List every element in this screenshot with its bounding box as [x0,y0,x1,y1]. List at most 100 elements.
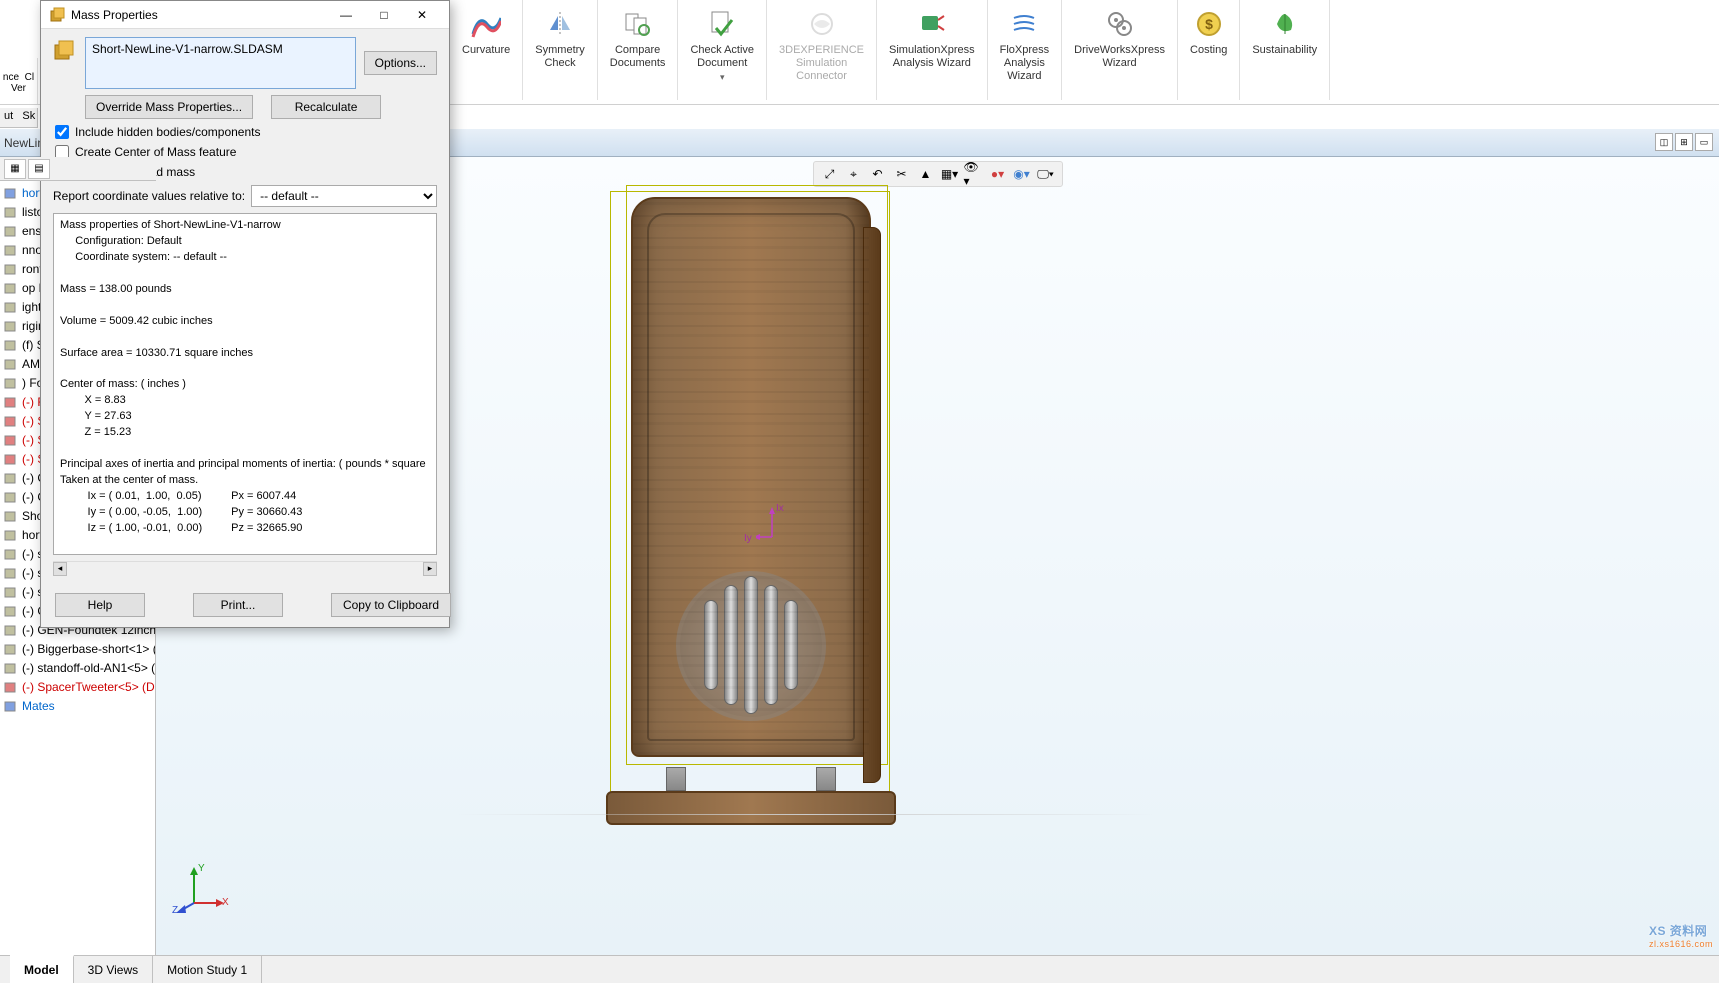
axis-x-label: X [222,897,229,908]
include-hidden-checkbox[interactable]: Include hidden bodies/components [53,125,437,139]
coord-label: Report coordinate values relative to: [53,189,245,203]
tab-3d-views[interactable]: 3D Views [74,956,153,983]
tree-node-icon [4,471,18,485]
symmetry-icon [544,8,576,40]
tree-item-label: Mates [22,699,55,713]
tab-fragment-left[interactable]: ut Sk [0,108,38,128]
print-button[interactable]: Print... [193,593,283,617]
tree-node-icon [4,186,18,200]
bottom-tabs: Model3D ViewsMotion Study 1 [0,955,1719,983]
checkbox-label: Include hidden bodies/components [75,125,260,139]
options-button[interactable]: Options... [364,51,437,75]
copy-clipboard-button[interactable]: Copy to Clipboard [331,593,451,617]
results-hscroll[interactable]: ◂ ▸ [53,561,437,575]
compare-icon [622,8,654,40]
ribbon-floxpress[interactable]: FloXpress Analysis Wizard [988,0,1063,100]
tree-item-label: (-) standoff-old-AN1<5> (Defa [22,661,155,675]
ribbon-label: DriveWorksXpress Wizard [1074,44,1165,70]
ribbon-driveworks[interactable]: DriveWorksXpress Wizard [1062,0,1178,100]
tree-node-icon [4,357,18,371]
cabinet-side-panel [863,227,881,783]
tree-node-icon [4,262,18,276]
ribbon-label: Compare Documents [610,44,666,70]
watermark: XS 资料网 zl.xs1616.com [1649,922,1713,949]
dropdown-arrow-icon[interactable]: ▾ [720,72,725,83]
view-settings-icon[interactable]: 🖵▾ [1036,164,1056,184]
ribbon-compare[interactable]: Compare Documents [598,0,679,100]
coord-system-select[interactable]: -- default -- [251,185,437,207]
ribbon-simxpress[interactable]: SimulationXpress Analysis Wizard [877,0,988,100]
ribbon-costing[interactable]: $ Costing [1178,0,1240,100]
window-split-icon[interactable]: ▭ [1695,133,1713,151]
speaker-model[interactable] [616,177,926,819]
dialog-title: Mass Properties [71,8,327,22]
tree-item[interactable]: Mates [0,696,155,715]
tree-node-icon [4,661,18,675]
ribbon-label: SimulationXpress Analysis Wizard [889,44,975,70]
tree-node-icon [4,680,18,694]
scroll-right-icon[interactable]: ▸ [423,562,437,576]
tree-node-icon [4,699,18,713]
tree-node-icon [4,205,18,219]
scroll-left-icon[interactable]: ◂ [53,562,67,576]
maximize-button[interactable]: □ [365,1,403,29]
axis-label: Iy [744,533,752,544]
tree-node-icon [4,452,18,466]
tab-motion-study-1[interactable]: Motion Study 1 [153,956,262,983]
costing-icon: $ [1193,8,1225,40]
recalculate-button[interactable]: Recalculate [271,95,381,119]
filename-input[interactable]: Short-NewLine-V1-narrow.SLDASM [85,37,356,89]
window-split-icon[interactable]: ◫ [1655,133,1673,151]
minimize-button[interactable]: — [327,1,365,29]
help-button[interactable]: Help [55,593,145,617]
axis-label: Ix [776,503,784,514]
tree-node-icon [4,642,18,656]
check-doc-icon [706,8,738,40]
tree-item[interactable]: (-) SpacerTweeter<5> (Default< [0,677,155,696]
display-style-icon[interactable]: ▦▾ [940,164,960,184]
tree-node-icon [4,623,18,637]
floxpress-icon [1008,8,1040,40]
ribbon-check-active[interactable]: Check Active Document ▾ [678,0,767,100]
speaker-grille [681,575,821,715]
hide-show-icon[interactable]: 👁▾ [964,164,984,184]
mass-properties-dialog[interactable]: Mass Properties — □ ✕ Short-NewLine-V1-n… [40,0,450,628]
override-button[interactable]: Override Mass Properties... [85,95,253,119]
mass-props-large-icon [53,37,77,66]
origin-csys: Ix Iy [756,507,786,537]
view-triad[interactable]: Y X Z [176,865,226,915]
tree-node-icon [4,243,18,257]
tree-node-icon [4,528,18,542]
tree-item[interactable]: (-) Biggerbase-short<1> (Defau [0,639,155,658]
tree-tab-icon[interactable]: ▤ [28,159,50,179]
tree-item[interactable]: (-) standoff-old-AN1<5> (Defa [0,658,155,677]
tab-model[interactable]: Model [10,955,74,983]
close-button[interactable]: ✕ [403,1,441,29]
ribbon-label: 3DEXPERIENCE Simulation Connector [779,44,864,84]
axis-z-label: Z [172,905,178,916]
simxpress-icon [916,8,948,40]
results-textbox[interactable]: Mass properties of Short-NewLine-V1-narr… [53,213,437,555]
ribbon-sustainability[interactable]: Sustainability [1240,0,1330,100]
ribbon-label: FloXpress Analysis Wizard [1000,44,1050,84]
window-split-icon[interactable]: ⊞ [1675,133,1693,151]
ribbon-label: Symmetry Check [535,44,585,70]
ribbon-label: Check Active Document [690,44,754,70]
ribbon-label: Costing [1190,44,1227,57]
tree-node-icon [4,585,18,599]
appearance-icon[interactable]: ●▾ [988,164,1008,184]
tree-node-icon [4,319,18,333]
dialog-titlebar[interactable]: Mass Properties — □ ✕ [41,1,449,29]
scene-icon[interactable]: ◉▾ [1012,164,1032,184]
viewport-corner-buttons: ◫ ⊞ ▭ [1655,133,1713,151]
tree-node-icon [4,281,18,295]
ribbon-symmetry[interactable]: Symmetry Check [523,0,598,100]
sustainability-icon [1269,8,1301,40]
speaker-foot [666,767,686,791]
axis-y-label: Y [198,863,205,874]
ribbon-curvature[interactable]: Curvature [450,0,523,100]
tree-tab-icon[interactable]: ▦ [4,159,26,179]
checkbox[interactable] [55,125,69,139]
tree-node-icon [4,566,18,580]
mass-props-icon [49,7,65,23]
